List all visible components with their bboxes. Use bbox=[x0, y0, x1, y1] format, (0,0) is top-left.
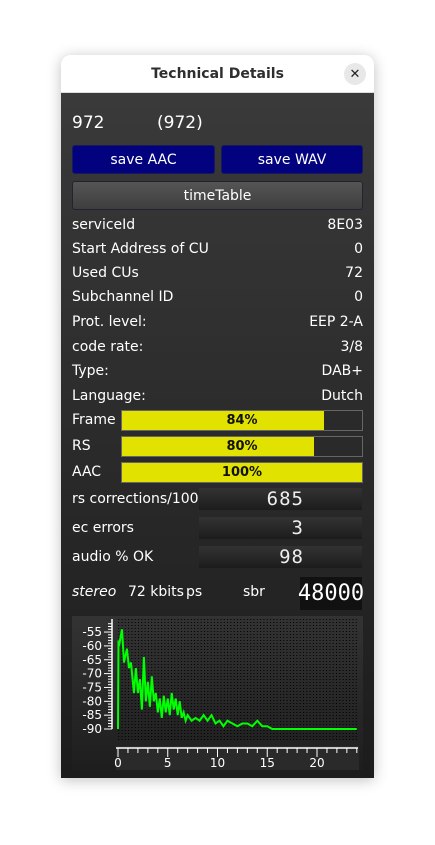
detail-label: Start Address of CU bbox=[72, 241, 209, 257]
aac-progress: 100% bbox=[121, 462, 363, 483]
spectrum-chart: 0 5 10 15 20 -55-60-65-70-75-80-85-90 bbox=[72, 616, 363, 770]
detail-row: Subchannel ID 0 bbox=[72, 289, 363, 305]
sbr-label: sbr bbox=[243, 584, 265, 600]
detail-row: serviceId 8E03 bbox=[72, 217, 363, 233]
detail-value: 3/8 bbox=[340, 339, 363, 355]
aac-percent: 100% bbox=[221, 465, 263, 480]
rs-progress: 80% bbox=[121, 436, 363, 457]
ps-label: ps bbox=[186, 584, 203, 600]
detail-label: Prot. level: bbox=[72, 314, 147, 330]
detail-row: Used CUs 72 bbox=[72, 265, 363, 281]
x-tick-label: 15 bbox=[260, 756, 275, 770]
frame-label: Frame bbox=[72, 412, 116, 428]
sample-rate-display: 48000 bbox=[298, 577, 364, 610]
frame-progress: 84% bbox=[121, 410, 363, 431]
detail-value: Dutch bbox=[321, 388, 363, 404]
x-tick-label: 20 bbox=[309, 756, 324, 770]
detail-value: EEP 2-A bbox=[309, 314, 363, 330]
y-tick-label: -65 bbox=[82, 653, 102, 667]
close-icon[interactable]: ✕ bbox=[344, 63, 366, 85]
detail-value: 0 bbox=[354, 241, 363, 257]
rs-label: RS bbox=[72, 438, 91, 454]
detail-value: 8E03 bbox=[327, 217, 363, 233]
detail-row: Prot. level: EEP 2-A bbox=[72, 314, 363, 330]
timetable-button[interactable]: timeTable bbox=[72, 181, 363, 210]
detail-row: Language: Dutch bbox=[72, 388, 363, 404]
detail-row: code rate: 3/8 bbox=[72, 339, 363, 355]
technical-details-window: Technical Details ✕ 972 (972) save AAC s… bbox=[61, 55, 374, 778]
y-tick-label: -80 bbox=[82, 694, 102, 708]
x-tick-label: 0 bbox=[114, 756, 122, 770]
frequency: 972 bbox=[72, 113, 105, 133]
audio-ok-display: 98 bbox=[199, 546, 362, 568]
detail-value: 0 bbox=[354, 289, 363, 305]
y-tick-label: -85 bbox=[82, 708, 102, 722]
window-title: Technical Details bbox=[151, 65, 284, 82]
y-tick-label: -70 bbox=[82, 667, 102, 681]
content: 972 (972) save AAC save WAV timeTable se… bbox=[61, 93, 374, 778]
frequency-paren: (972) bbox=[157, 113, 203, 133]
x-tick-label: 10 bbox=[210, 756, 225, 770]
save-wav-button[interactable]: save WAV bbox=[221, 145, 363, 174]
detail-label: Subchannel ID bbox=[72, 289, 174, 305]
bitrate-label: 72 kbits bbox=[128, 584, 184, 600]
stereo-label: stereo bbox=[72, 584, 117, 600]
detail-value: 72 bbox=[345, 265, 363, 281]
y-tick-label: -90 bbox=[82, 722, 102, 736]
ec-errors-label: ec errors bbox=[72, 520, 134, 536]
title-bar: Technical Details ✕ bbox=[61, 55, 374, 93]
detail-label: Used CUs bbox=[72, 265, 139, 281]
rs-corrections-label: rs corrections/100 bbox=[72, 491, 199, 507]
detail-value: DAB+ bbox=[321, 363, 363, 379]
detail-row: Type: DAB+ bbox=[72, 363, 363, 379]
rs-corrections-display: 685 bbox=[199, 488, 362, 510]
detail-label: code rate: bbox=[72, 339, 144, 355]
y-tick-label: -75 bbox=[82, 680, 102, 694]
y-tick-label: -55 bbox=[82, 625, 102, 639]
detail-label: serviceId bbox=[72, 217, 136, 233]
x-tick-label: 5 bbox=[164, 756, 172, 770]
frame-percent: 84% bbox=[226, 413, 258, 428]
aac-label: AAC bbox=[72, 464, 102, 480]
rs-percent: 80% bbox=[226, 439, 258, 454]
audio-ok-label: audio % OK bbox=[72, 549, 154, 565]
y-tick-label: -60 bbox=[82, 639, 102, 653]
detail-label: Type: bbox=[72, 363, 109, 379]
ec-errors-display: 3 bbox=[199, 517, 362, 539]
detail-label: Language: bbox=[72, 388, 146, 404]
save-aac-button[interactable]: save AAC bbox=[72, 145, 215, 174]
detail-row: Start Address of CU 0 bbox=[72, 241, 363, 257]
